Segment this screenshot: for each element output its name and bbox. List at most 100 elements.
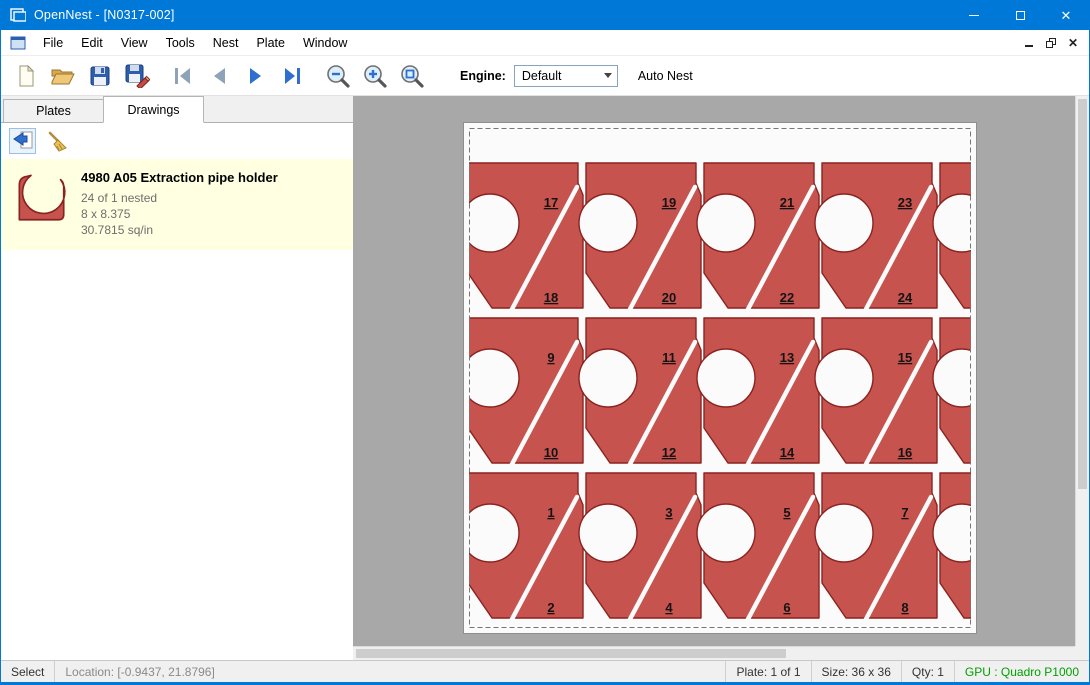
plate[interactable]: 171819202122232491011121314151612345678 [463,122,977,634]
window-close-button[interactable]: ✕ [1043,0,1089,30]
svg-text:22: 22 [780,290,794,305]
app-window: OpenNest - [N0317-002] ✕ File Edit View … [0,0,1090,685]
nested-part-pair [933,163,976,311]
part-thumbnail [15,168,67,229]
nested-part-pair: 13 14 [697,318,819,466]
save-floppy-icon [88,64,112,88]
vertical-scrollbar[interactable] [1075,96,1089,646]
mdi-close-button[interactable]: ✕ [1062,33,1084,53]
svg-text:9: 9 [547,350,554,365]
svg-text:8: 8 [901,600,908,615]
svg-text:18: 18 [544,290,558,305]
status-qty: Qty: 1 [901,661,954,682]
horizontal-scrollbar[interactable] [353,646,1075,660]
horizontal-scrollbar-thumb[interactable] [356,649,786,658]
first-plate-button[interactable] [163,59,200,93]
next-plate-button[interactable] [237,59,274,93]
menu-tools[interactable]: Tools [157,30,204,55]
skip-first-icon [170,64,194,88]
menu-window[interactable]: Window [294,30,356,55]
plate-svg: 171819202122232491011121314151612345678 [464,123,976,633]
mdi-minimize-button[interactable] [1018,33,1040,53]
menu-file[interactable]: File [34,30,72,55]
svg-text:13: 13 [780,350,794,365]
zoom-in-button[interactable] [356,59,393,93]
svg-text:1: 1 [547,505,554,520]
engine-label: Engine: [460,69,506,83]
clean-button[interactable] [44,128,71,154]
open-button[interactable] [44,59,81,93]
statusbar: Select Location: [-0.9437, 21.8796] Plat… [1,660,1089,682]
nested-part-pair: 34 [579,473,701,621]
nested-part-pair: 12 [464,473,583,621]
svg-text:15: 15 [898,350,912,365]
zoom-fit-button[interactable] [393,59,430,93]
zoom-in-icon [362,63,388,89]
tab-plates[interactable]: Plates [3,99,104,122]
mdi-restore-button[interactable] [1040,33,1062,53]
titlebar: OpenNest - [N0317-002] ✕ [1,0,1089,30]
nested-part-pair: 78 [815,473,937,621]
menu-plate[interactable]: Plate [247,30,294,55]
svg-text:3: 3 [665,505,672,520]
window-minimize-button[interactable] [951,0,997,30]
maximize-icon [1016,11,1025,20]
previous-plate-button[interactable] [200,59,237,93]
status-size: Size: 36 x 36 [811,661,901,682]
restore-icon [1046,38,1056,48]
nest-canvas[interactable]: 171819202122232491011121314151612345678 [353,96,1089,660]
window-title: OpenNest - [N0317-002] [34,8,175,22]
drawing-title: 4980 A05 Extraction pipe holder [81,170,278,185]
nested-part-pair: 1920 [579,163,701,311]
engine-selected-value: Default [522,69,562,83]
menu-nest[interactable]: Nest [204,30,248,55]
svg-text:2: 2 [547,600,554,615]
menu-view[interactable]: View [112,30,157,55]
broom-icon [47,130,69,152]
drawings-toolbar [1,123,353,159]
close-icon: ✕ [1061,9,1072,22]
menu-edit[interactable]: Edit [72,30,112,55]
sidebar: Plates Drawings [1,96,353,660]
svg-text:14: 14 [780,445,795,460]
nested-part-pair: 1516 [815,318,937,466]
zoom-out-icon [325,63,351,89]
minimize-icon [1025,45,1033,47]
skip-last-icon [281,64,305,88]
vertical-scrollbar-thumb[interactable] [1078,99,1087,489]
tab-drawings[interactable]: Drawings [103,96,204,123]
auto-nest-button[interactable]: Auto Nest [638,69,693,83]
minimize-icon [969,15,979,16]
svg-text:16: 16 [898,445,912,460]
window-maximize-button[interactable] [997,0,1043,30]
svg-text:12: 12 [662,445,676,460]
sidebar-tabstrip: Plates Drawings [1,96,353,123]
nested-part-pair [933,318,976,466]
chevron-down-icon [604,73,612,78]
drawings-panel: 4980 A05 Extraction pipe holder 24 of 1 … [1,123,353,660]
drawing-list-item[interactable]: 4980 A05 Extraction pipe holder 24 of 1 … [1,159,353,250]
save-button[interactable] [81,59,118,93]
drawing-dimensions: 8 x 8.375 [81,206,278,222]
new-button[interactable] [7,59,44,93]
last-plate-button[interactable] [274,59,311,93]
nested-part-pair [933,473,976,621]
import-drawing-button[interactable] [9,128,36,154]
main-toolbar: Engine: Default Auto Nest [1,56,1089,96]
menubar: File Edit View Tools Nest Plate Window ✕ [1,30,1089,56]
zoom-out-button[interactable] [319,59,356,93]
svg-text:4: 4 [665,600,673,615]
new-page-icon [14,64,38,88]
next-arrow-icon [244,64,268,88]
nested-part-pair: 2122 [697,163,819,311]
scrollbar-corner [1075,646,1089,660]
app-icon [10,7,26,23]
engine-select[interactable]: Default [514,65,618,87]
svg-text:24: 24 [898,290,913,305]
part-shape-icon [15,168,67,224]
svg-text:10: 10 [544,445,558,460]
save-as-button[interactable] [118,59,155,93]
nested-part-pair: 9 10 [464,318,583,466]
zoom-fit-icon [399,63,425,89]
status-plate: Plate: 1 of 1 [725,661,810,682]
